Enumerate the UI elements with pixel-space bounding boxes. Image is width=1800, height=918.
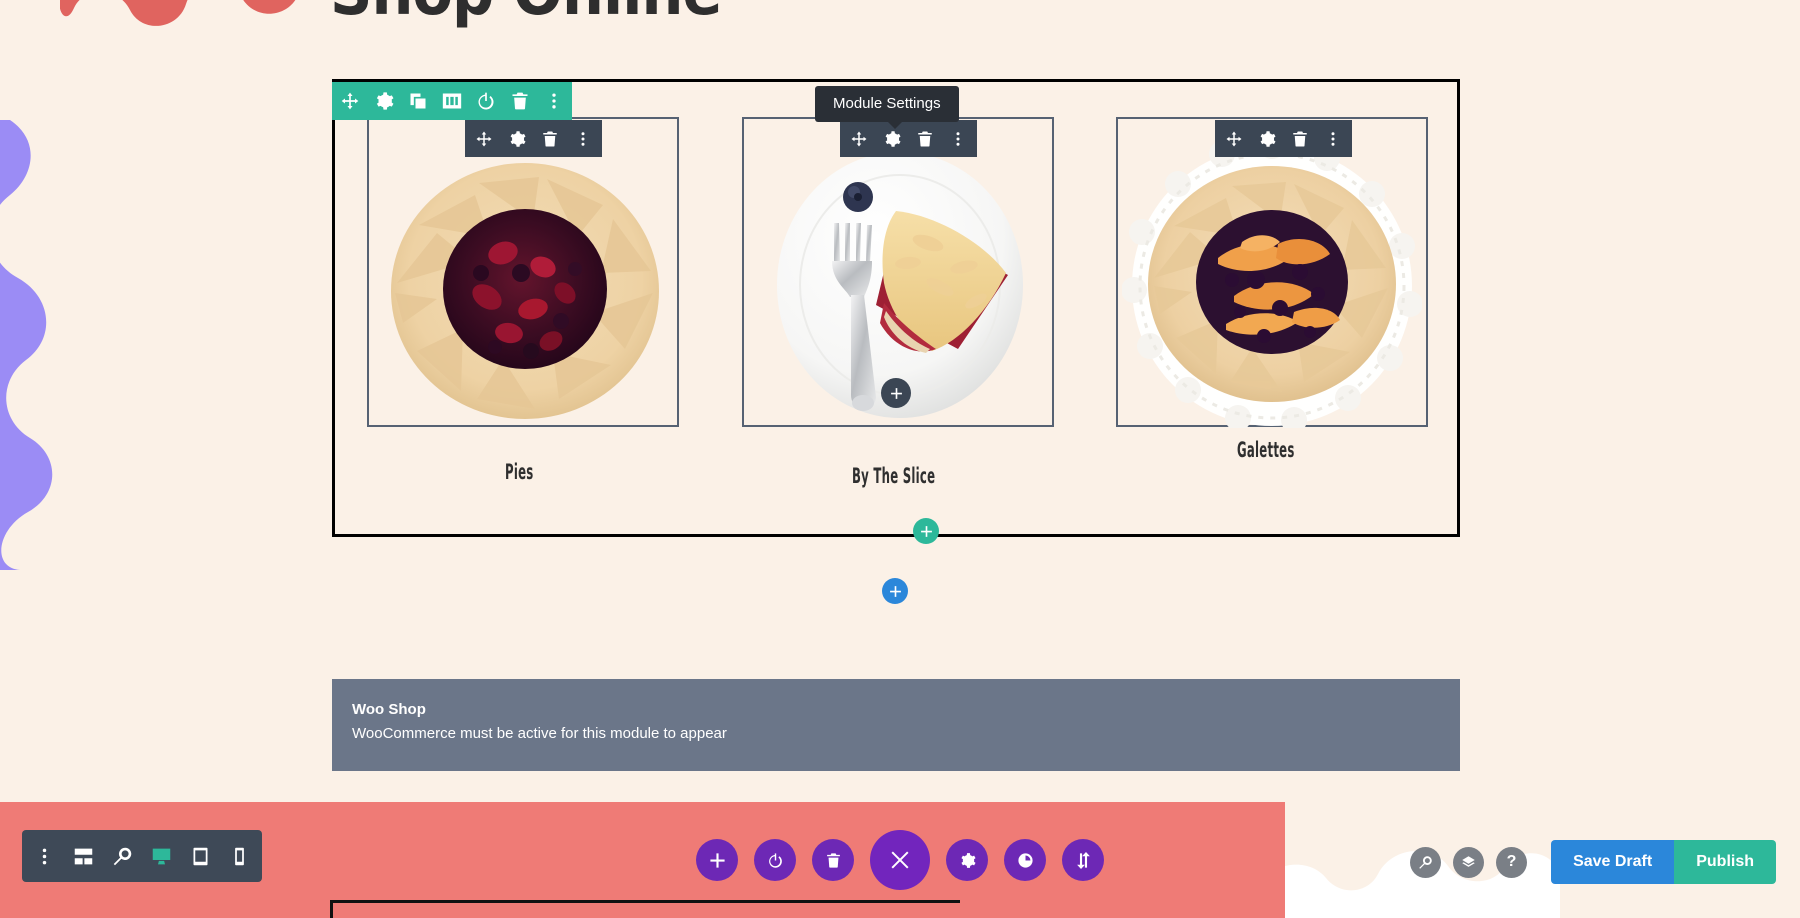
help-icon[interactable]: ? (1496, 846, 1528, 878)
add-section-button[interactable] (882, 578, 908, 604)
move-icon[interactable] (850, 130, 868, 148)
close-icon[interactable] (870, 830, 930, 890)
publish-actions: Save Draft Publish (1551, 840, 1776, 884)
gear-icon[interactable] (508, 130, 526, 148)
product-label-pies: Pies (505, 460, 534, 484)
module-toolbar-pies[interactable] (465, 120, 602, 157)
trash-icon[interactable] (541, 130, 559, 148)
row-toolbar[interactable] (332, 82, 572, 120)
coral-blob-decoration (60, 0, 296, 26)
trash-icon[interactable] (916, 130, 934, 148)
power-icon[interactable] (476, 91, 496, 111)
move-icon[interactable] (1225, 130, 1243, 148)
more-options-icon[interactable] (574, 130, 592, 148)
product-label-galettes: Galettes (1237, 438, 1295, 462)
product-image-galettes (1122, 133, 1422, 428)
help-label: ? (1506, 853, 1517, 870)
next-section-outline (330, 900, 960, 918)
product-label-by-the-slice: By The Slice (852, 464, 936, 488)
power-icon[interactable] (754, 839, 796, 881)
plus-icon (889, 585, 901, 597)
woo-shop-title: Woo Shop (352, 701, 426, 718)
zoom-icon[interactable] (1410, 846, 1442, 878)
gear-icon[interactable] (1258, 130, 1276, 148)
builder-bottom-bar: ? Save Draft Publish (0, 802, 1800, 918)
duplicate-icon[interactable] (408, 91, 428, 111)
move-icon[interactable] (475, 130, 493, 148)
portability-icon[interactable] (1062, 839, 1104, 881)
woo-shop-notice[interactable]: Woo Shop WooCommerce must be active for … (332, 679, 1460, 771)
add-module-button[interactable] (881, 378, 911, 408)
gear-icon[interactable] (374, 91, 394, 111)
purple-blob-decoration (0, 120, 53, 570)
builder-canvas: Shop Online (0, 0, 1800, 918)
publish-button[interactable]: Publish (1674, 840, 1776, 884)
more-options-icon[interactable] (1324, 130, 1342, 148)
plus-icon (890, 387, 902, 399)
save-draft-button[interactable]: Save Draft (1551, 840, 1675, 884)
add-row-button[interactable] (913, 518, 939, 544)
columns-icon[interactable] (442, 91, 462, 111)
more-options-icon[interactable] (949, 130, 967, 148)
trash-icon[interactable] (1291, 130, 1309, 148)
module-toolbar-by-the-slice[interactable] (840, 120, 977, 157)
tooltip-module-settings: Module Settings (815, 86, 959, 129)
more-options-icon[interactable] (544, 91, 564, 111)
history-icon[interactable] (1004, 839, 1046, 881)
move-icon[interactable] (340, 91, 360, 111)
plus-icon (920, 525, 932, 537)
layers-icon[interactable] (1453, 846, 1485, 878)
trash-icon[interactable] (510, 91, 530, 111)
trash-icon[interactable] (812, 839, 854, 881)
editor-utility-toolbar[interactable]: ? Save Draft Publish (1410, 840, 1776, 884)
gear-icon[interactable] (946, 839, 988, 881)
add-section-icon[interactable] (696, 839, 738, 881)
woo-shop-description: WooCommerce must be active for this modu… (352, 725, 727, 742)
module-toolbar-galettes[interactable] (1215, 120, 1352, 157)
page-title: Shop Online (330, 0, 722, 30)
gear-icon[interactable] (883, 130, 901, 148)
product-image-pies (391, 163, 659, 419)
